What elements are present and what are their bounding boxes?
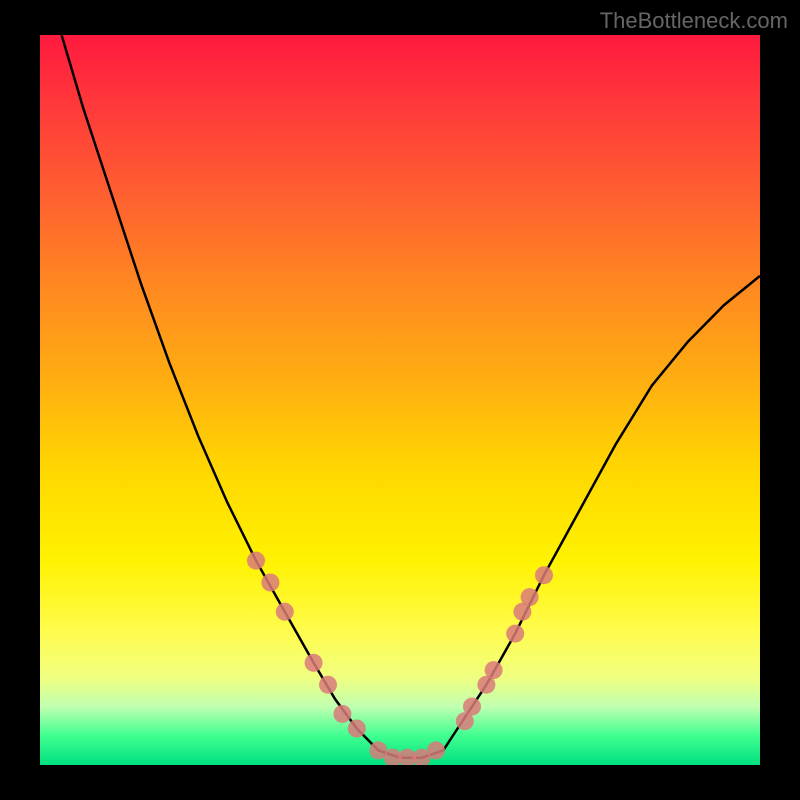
data-marker	[319, 676, 337, 694]
data-marker	[506, 625, 524, 643]
watermark-text: TheBottleneck.com	[600, 8, 788, 34]
curve-line	[62, 35, 760, 758]
data-marker	[333, 705, 351, 723]
data-marker	[247, 552, 265, 570]
chart-svg	[40, 35, 760, 765]
data-marker	[348, 720, 366, 738]
data-marker	[427, 741, 445, 759]
data-marker	[463, 698, 481, 716]
data-marker	[535, 566, 553, 584]
data-marker	[305, 654, 323, 672]
plot-area	[40, 35, 760, 765]
data-marker	[521, 588, 539, 606]
data-markers	[247, 552, 553, 765]
data-marker	[276, 603, 294, 621]
data-marker	[261, 574, 279, 592]
data-marker	[485, 661, 503, 679]
